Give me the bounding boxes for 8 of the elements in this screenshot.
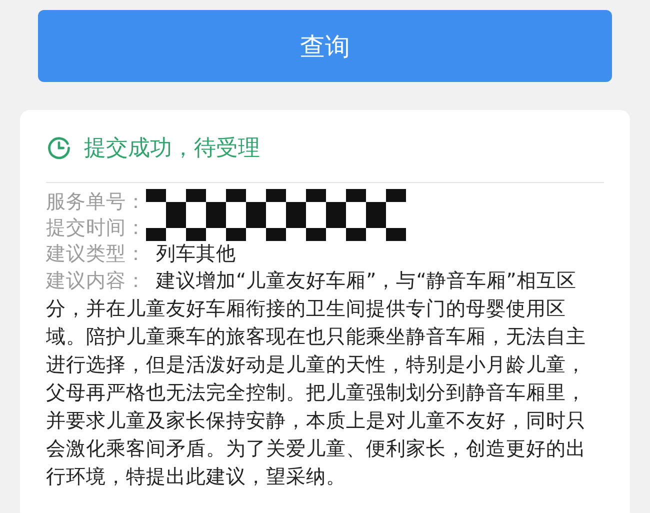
query-button[interactable]: 查询 [38, 10, 612, 82]
status-text: 提交成功，待受理 [84, 135, 260, 163]
field-label: 服务单号： [46, 189, 146, 215]
field-label: 建议类型： [46, 241, 146, 267]
clock-icon [46, 135, 72, 161]
suggestion-paragraph: 建议内容： 建议增加“儿童友好车厢”，与“静音车厢”相互区分，并在儿童友好车厢衔接的卫生间提供专门的母婴使用区域。陪护儿童乘车的旅客现在也只能乘坐静音车厢，无法自主进行选择，但是活泼好动是儿童的天性，特别是小月龄儿童，父母再严格也无法完全控制。把儿童强制划分到静音车厢里，并要求儿童及家长保持安静，本质上是对儿童不友好，同时只会激化乘客间矛盾。为了关爱儿童、便利家长，创造更好的出行环境，特提出此建议，望采纳。 [46, 268, 587, 490]
field-label: 提交时间： [46, 215, 146, 241]
field-value: 列车其他 [156, 241, 236, 267]
